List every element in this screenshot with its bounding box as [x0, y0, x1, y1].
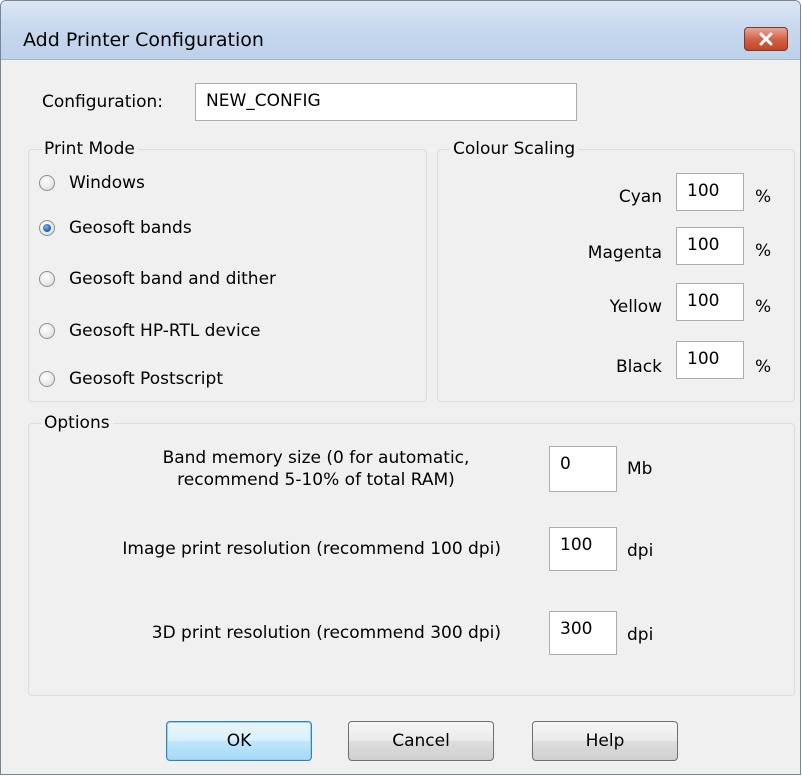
band-memory-unit: Mb: [627, 459, 653, 479]
radio-label: Geosoft Postscript: [69, 369, 223, 389]
close-button[interactable]: [744, 27, 788, 51]
radio-button[interactable]: [39, 371, 55, 387]
dialog-window: Add Printer Configuration Configuration:…: [0, 0, 801, 775]
3d-resolution-label: 3D print resolution (recommend 300 dpi): [151, 623, 501, 643]
black-unit: %: [755, 357, 772, 377]
close-icon: [759, 32, 773, 46]
band-memory-input[interactable]: 0: [549, 446, 617, 492]
help-button[interactable]: Help: [532, 721, 678, 761]
radio-button[interactable]: [39, 271, 55, 287]
configuration-label: Configuration:: [42, 92, 164, 112]
black-input[interactable]: 100: [676, 341, 744, 379]
ok-button[interactable]: OK: [166, 721, 312, 761]
cancel-button[interactable]: Cancel: [348, 721, 494, 761]
radio-label: Geosoft band and dither: [69, 269, 277, 289]
print-mode-title: Print Mode: [41, 139, 138, 159]
band-memory-label-line2: recommend 5-10% of total RAM): [177, 470, 455, 490]
yellow-label: Yellow: [609, 297, 662, 317]
radio-label: Geosoft HP-RTL device: [69, 321, 261, 341]
radio-button[interactable]: [39, 175, 55, 191]
image-resolution-label: Image print resolution (recommend 100 dp…: [122, 539, 501, 559]
magenta-unit: %: [755, 241, 772, 261]
radio-button[interactable]: [39, 220, 55, 236]
image-resolution-unit: dpi: [627, 541, 654, 561]
magenta-label: Magenta: [587, 243, 662, 263]
options-title: Options: [41, 413, 113, 433]
radio-label: Geosoft bands: [69, 218, 192, 238]
title-bar[interactable]: Add Printer Configuration: [1, 1, 800, 60]
window-title: Add Printer Configuration: [23, 29, 264, 51]
radio-button[interactable]: [39, 323, 55, 339]
configuration-input[interactable]: NEW_CONFIG: [195, 83, 577, 121]
cyan-input[interactable]: 100: [676, 173, 744, 211]
yellow-input[interactable]: 100: [676, 283, 744, 321]
3d-resolution-unit: dpi: [627, 625, 654, 645]
band-memory-label: Band memory size (0 for automatic, recom…: [131, 447, 501, 491]
radio-label: Windows: [69, 173, 145, 193]
magenta-input[interactable]: 100: [676, 227, 744, 265]
cyan-unit: %: [755, 187, 772, 207]
colour-scaling-title: Colour Scaling: [450, 139, 579, 159]
black-label: Black: [616, 357, 662, 377]
image-resolution-input[interactable]: 100: [549, 527, 617, 571]
radio-selected-dot: [43, 224, 51, 232]
yellow-unit: %: [755, 297, 772, 317]
3d-resolution-input[interactable]: 300: [549, 611, 617, 655]
cyan-label: Cyan: [618, 187, 662, 207]
band-memory-label-line1: Band memory size (0 for automatic,: [162, 448, 470, 468]
